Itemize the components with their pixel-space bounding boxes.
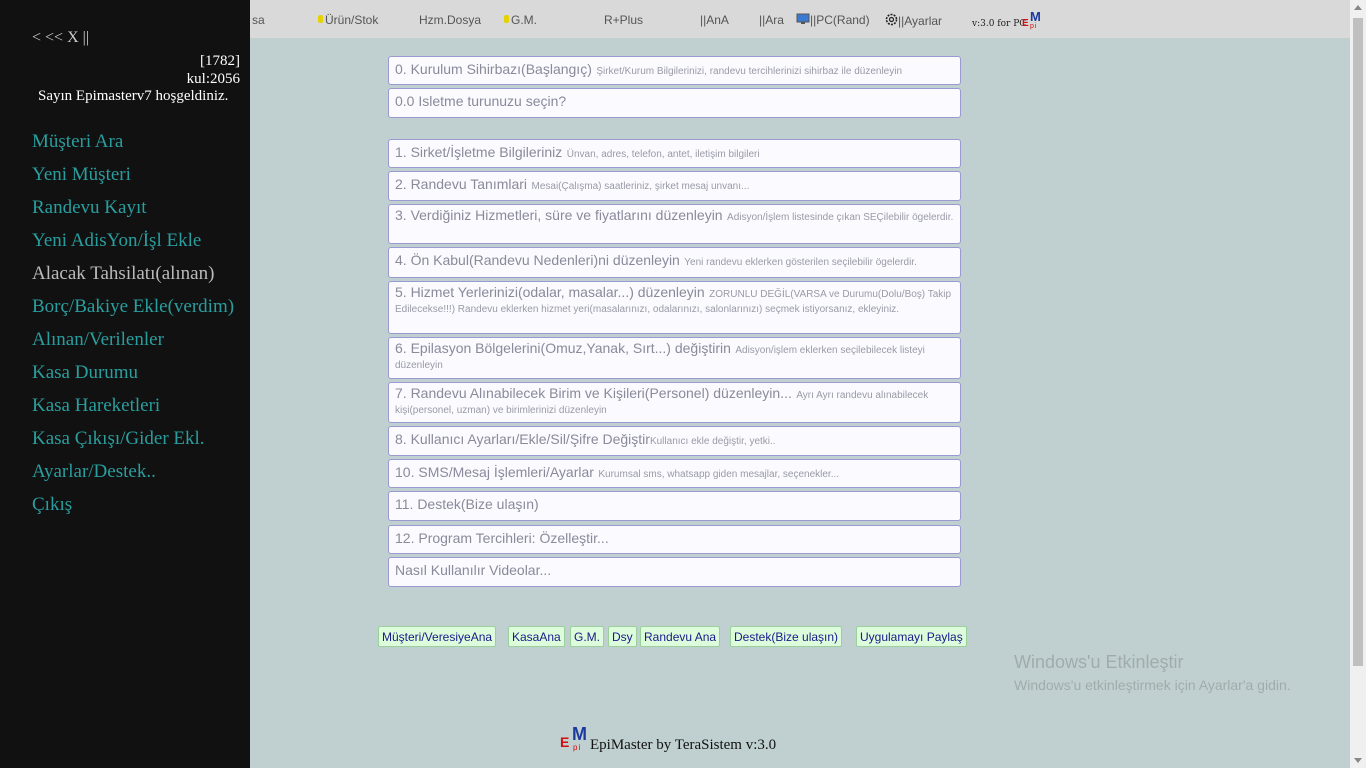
link-randevu-ana[interactable]: Randevu Ana [640, 626, 721, 647]
menu-item-hizmet-yerleri[interactable]: 5. Hizmet Yerlerinizi(odalar, masalar...… [388, 281, 961, 334]
user-info: [1782] kul:2056 [187, 52, 240, 88]
topbar-item-hzm-dosya[interactable]: Hzm.Dosya [419, 13, 481, 27]
account-id: [1782] [200, 53, 240, 69]
sidebar-item-yeni-adisyon[interactable]: Yeni AdisYon/İşl Ekle [32, 229, 242, 252]
topbar-item-label: Ürün/Stok [325, 13, 379, 27]
footer-logo-e: E [560, 734, 570, 750]
scrollbar-thumb[interactable] [1353, 18, 1363, 666]
epimaster-logo[interactable]: M Epi [1022, 9, 1044, 31]
user-code: kul:2056 [186, 71, 240, 87]
sidebar-item-kasa-durumu[interactable]: Kasa Durumu [32, 361, 242, 384]
monitor-icon [796, 13, 810, 24]
footer-logo-m: M [572, 724, 587, 744]
topbar-item-urun-stok[interactable]: Ürün/Stok [318, 13, 378, 27]
menu-item-videolar[interactable]: Nasıl Kullanılır Videolar... [388, 557, 961, 587]
topbar-item-label: G.M. [511, 13, 537, 27]
version-label: v:3.0 for PC [972, 19, 1027, 29]
sidebar-item-kasa-cikisi[interactable]: Kasa Çıkışı/Gider Ekl. [32, 427, 242, 450]
menu-item-sirket-bilgileri[interactable]: 1. Sirket/İşletme Bilgileriniz Ünvan, ad… [388, 139, 961, 168]
sidebar: < << X || [1782] kul:2056 Sayın Epimaste… [0, 0, 250, 768]
scroll-down-icon[interactable] [1354, 758, 1362, 763]
sidebar-item-cikis[interactable]: Çıkış [32, 493, 242, 516]
menu-item-destek[interactable]: 11. Destek(Bize ulaşın) [388, 491, 961, 521]
footer-logo-pi: pi [573, 743, 582, 752]
link-musteri-veresiye-ana[interactable]: Müşteri/VeresiyeAna [378, 626, 497, 647]
link-dsy[interactable]: Dsy [608, 626, 637, 647]
topbar-item-label: ||Ayarlar [898, 14, 943, 28]
activation-heading: Windows'u Etkinleştir [1014, 652, 1184, 672]
sidebar-item-musteri-ara[interactable]: Müşteri Ara [32, 130, 242, 153]
yellow-dot-icon [318, 15, 323, 23]
sidebar-item-ayarlar-destek[interactable]: Ayarlar/Destek.. [32, 460, 242, 483]
sidebar-close-button[interactable]: < << X || [32, 29, 89, 47]
sidebar-menu: Müşteri Ara Yeni Müşteri Randevu Kayıt Y… [32, 130, 242, 526]
sidebar-item-randevu-kayit[interactable]: Randevu Kayıt [32, 196, 242, 219]
menu-item-on-kabul[interactable]: 4. Ön Kabul(Randevu Nedenleri)ni düzenle… [388, 247, 961, 278]
sidebar-item-alacak-tahsilati[interactable]: Alacak Tahsilatı(alınan) [32, 262, 242, 285]
footer: M E pi EpiMaster by TeraSistem v:3.0 [560, 724, 800, 754]
windows-activation-notice: Windows'u Etkinleştir Windows'u etkinleş… [1014, 652, 1291, 693]
topbar-item-ayarlar[interactable]: ||Ayarlar [885, 13, 942, 28]
topbar-item-label: ||PC(Rand) [810, 13, 870, 27]
menu-item-sms-mesaj[interactable]: 10. SMS/Mesaj İşlemleri/Ayarlar Kurumsal… [388, 459, 961, 488]
topbar-item-ana[interactable]: ||AnA [700, 13, 729, 27]
sidebar-item-yeni-musteri[interactable]: Yeni Müşteri [32, 163, 242, 186]
welcome-message: Sayın Epimasterv7 hoşgeldiniz. [38, 88, 229, 104]
menu-item-isletme-turu[interactable]: 0.0 Isletme turunuzu seçin? [388, 88, 961, 118]
menu-item-hizmetler[interactable]: 3. Verdiğiniz Hizmetleri, süre ve fiyatl… [388, 204, 961, 244]
yellow-dot-icon [504, 15, 509, 23]
sidebar-item-alinan-verilenler[interactable]: Alınan/Verilenler [32, 328, 242, 351]
topbar-item-pc-rand[interactable]: ||PC(Rand) [796, 13, 870, 27]
link-uygulamayi-paylas[interactable]: Uygulamayı Paylaş [856, 626, 967, 647]
topbar-item-ara[interactable]: ||Ara [759, 13, 784, 27]
menu-item-kurulum-sihirbazi[interactable]: 0. Kurulum Sihirbazı(Başlangıç) Şirket/K… [388, 56, 961, 85]
menu-item-kullanici-ayarlari[interactable]: 8. Kullanıcı Ayarları/Ekle/Sil/Şifre Değ… [388, 426, 961, 456]
gear-icon [885, 13, 898, 26]
menu-item-randevu-tanimlari[interactable]: 2. Randevu Tanımlari Mesai(Çalışma) saat… [388, 171, 961, 201]
link-kasa-ana[interactable]: KasaAna [508, 626, 565, 647]
topbar-item-gm[interactable]: G.M. [504, 13, 537, 27]
sidebar-item-borc-bakiye[interactable]: Borç/Bakiye Ekle(verdim) [32, 295, 242, 318]
menu-item-randevu-birim[interactable]: 7. Randevu Alınabilecek Birim ve Kişiler… [388, 382, 961, 423]
vertical-scrollbar[interactable] [1350, 0, 1366, 768]
activation-body: Windows'u etkinleştirmek için Ayarlar'a … [1014, 677, 1291, 693]
username: Epimasterv7 [75, 88, 152, 104]
link-destek[interactable]: Destek(Bize ulaşın) [730, 626, 843, 647]
link-gm[interactable]: G.M. [570, 626, 604, 647]
topbar-item-rplus[interactable]: R+Plus [604, 13, 643, 27]
footer-text: EpiMaster by TeraSistem v:3.0 [590, 737, 777, 753]
sidebar-item-kasa-hareketleri[interactable]: Kasa Hareketleri [32, 394, 242, 417]
menu-item-epilasyon-bolgeleri[interactable]: 6. Epilasyon Bölgelerini(Omuz,Yanak, Sır… [388, 337, 961, 379]
scroll-up-icon[interactable] [1354, 5, 1362, 10]
topbar-item-kasa[interactable]: sa [252, 13, 265, 27]
menu-item-program-tercihleri[interactable]: 12. Program Tercihleri: Özelleştir... [388, 525, 961, 554]
